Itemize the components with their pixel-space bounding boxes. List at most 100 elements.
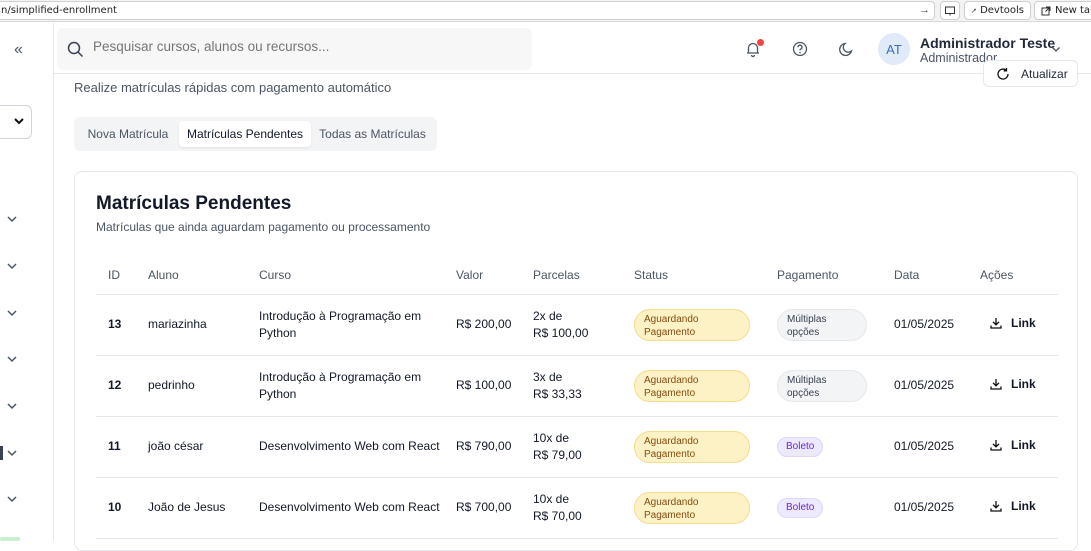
row-id: 13 — [96, 294, 136, 356]
column-header: Parcelas — [521, 256, 622, 295]
installments-count: 3x de — [533, 369, 563, 384]
table-row: 11 joão césar Desenvolvimento Web com Re… — [96, 416, 1058, 478]
payment-badge: Boleto — [777, 436, 824, 457]
row-payment: Boleto — [765, 477, 882, 539]
row-actions: Link — [968, 294, 1058, 356]
download-icon — [990, 501, 1002, 512]
chevron-down-icon — [14, 118, 24, 125]
link-label: Link — [1011, 498, 1036, 513]
sidebar-expand-chevron-icon[interactable] — [6, 213, 18, 225]
installments-count: 10x de — [533, 430, 570, 445]
row-actions: Link — [968, 416, 1058, 478]
row-status: Aguardando Pagamento — [622, 294, 765, 356]
link-button[interactable]: Link — [980, 376, 1036, 393]
installments-value: R$ 79,00 — [533, 447, 582, 462]
search-box[interactable] — [57, 28, 532, 70]
card-title: Matrículas Pendentes — [96, 193, 292, 214]
card-subtitle: Matrículas que ainda aguardam pagamento … — [96, 220, 431, 234]
browser-toolbar: n/simplified-enrollment → Devtools New t… — [0, 0, 1091, 22]
download-icon — [990, 440, 1002, 451]
row-status: Aguardando Pagamento — [622, 416, 765, 478]
table-row: 13 mariazinha Introdução à Programação e… — [96, 294, 1058, 356]
pending-enrollments-card: Matrículas Pendentes Matrículas que aind… — [74, 171, 1078, 551]
user-name[interactable]: Administrador Teste — [920, 35, 1055, 51]
row-student: joão césar — [136, 416, 247, 478]
sidebar-expand-chevron-icon[interactable] — [6, 447, 18, 459]
link-button[interactable]: Link — [980, 315, 1036, 332]
row-date: 01/05/2025 — [882, 355, 968, 417]
screen-icon — [945, 6, 955, 15]
sidebar-expand-chevron-icon[interactable] — [6, 400, 18, 412]
row-installments: 2x de R$ 100,00 — [521, 294, 622, 356]
enrollments-table: ID Aluno Curso Valor Parcelas Status Pag… — [96, 256, 1058, 539]
sidebar-expand-chevron-icon[interactable] — [6, 353, 18, 365]
collapse-sidebar-icon[interactable]: « — [14, 41, 23, 59]
status-badge: Aguardando Pagamento — [634, 308, 750, 341]
sidebar-bottom-indicator — [0, 537, 20, 541]
column-header: Pagamento — [765, 256, 882, 295]
payment-badge: Múltiplas opções — [777, 369, 867, 402]
tab-matriculas-pendentes[interactable]: Matrículas Pendentes — [179, 121, 311, 147]
column-header: Data — [882, 256, 968, 295]
link-label: Link — [1011, 376, 1036, 391]
sidebar-expand-chevron-icon[interactable] — [6, 307, 18, 319]
row-value: R$ 790,00 — [444, 416, 521, 478]
sidebar-select[interactable] — [0, 105, 32, 139]
download-icon — [990, 379, 1002, 390]
row-actions: Link — [968, 355, 1058, 417]
go-arrow-icon[interactable]: → — [919, 4, 930, 16]
new-tab-label: New tab — [1055, 5, 1091, 16]
help-circle-icon[interactable] — [791, 40, 809, 58]
row-course: Desenvolvimento Web com React — [247, 477, 444, 539]
tab-todas-matriculas[interactable]: Todas as Matrículas — [312, 121, 433, 147]
table-header-row: ID Aluno Curso Valor Parcelas Status Pag… — [96, 256, 1058, 295]
sidebar-active-marker — [0, 446, 3, 460]
wrench-icon — [971, 8, 976, 13]
link-button[interactable]: Link — [980, 437, 1036, 454]
table-row: 10 João de Jesus Desenvolvimento Web com… — [96, 477, 1058, 539]
table-row: 12 pedrinho Introdução à Programação em … — [96, 355, 1058, 417]
tab-list: Nova Matrícula Matrículas Pendentes Toda… — [74, 117, 437, 151]
sidebar: « — [0, 23, 54, 541]
refresh-button[interactable]: Atualizar — [983, 60, 1078, 87]
payment-badge: Boleto — [777, 497, 824, 518]
row-value: R$ 100,00 — [444, 355, 521, 417]
row-id: 12 — [96, 355, 136, 417]
new-tab-button[interactable]: New tab — [1034, 1, 1091, 20]
installments-value: R$ 33,33 — [533, 386, 582, 401]
installments-count: 10x de — [533, 491, 570, 506]
avatar[interactable]: AT — [878, 33, 910, 65]
status-badge: Aguardando Pagamento — [634, 430, 750, 463]
top-header: AT Administrador Teste Administrador — [54, 23, 1091, 74]
installments-count: 2x de — [533, 308, 563, 323]
moon-icon[interactable] — [838, 40, 856, 58]
chevron-down-icon[interactable] — [1050, 43, 1062, 55]
download-icon — [990, 318, 1002, 329]
refresh-label: Atualizar — [1021, 67, 1068, 81]
row-value: R$ 200,00 — [444, 294, 521, 356]
row-status: Aguardando Pagamento — [622, 355, 765, 417]
column-header: Valor — [444, 256, 521, 295]
search-input[interactable] — [93, 39, 513, 54]
link-label: Link — [1011, 315, 1036, 330]
devtools-button[interactable]: Devtools — [964, 1, 1031, 20]
sidebar-expand-chevron-icon[interactable] — [6, 493, 18, 505]
cast-button[interactable] — [940, 1, 960, 20]
row-student: pedrinho — [136, 355, 247, 417]
status-badge: Aguardando Pagamento — [634, 369, 750, 402]
sidebar-expand-chevron-icon[interactable] — [6, 260, 18, 272]
column-header: Status — [622, 256, 765, 295]
row-date: 01/05/2025 — [882, 416, 968, 478]
row-id: 11 — [96, 416, 136, 478]
tab-nova-matricula[interactable]: Nova Matrícula — [78, 121, 178, 147]
address-bar[interactable]: n/simplified-enrollment → — [0, 1, 935, 20]
row-date: 01/05/2025 — [882, 294, 968, 356]
row-status: Aguardando Pagamento — [622, 477, 765, 539]
link-button[interactable]: Link — [980, 498, 1036, 515]
row-payment: Boleto — [765, 416, 882, 478]
row-value: R$ 700,00 — [444, 477, 521, 539]
column-header: Curso — [247, 256, 444, 295]
search-icon — [67, 41, 84, 58]
row-course: Introdução à Programação em Python — [247, 294, 444, 356]
external-link-icon — [1041, 6, 1051, 15]
